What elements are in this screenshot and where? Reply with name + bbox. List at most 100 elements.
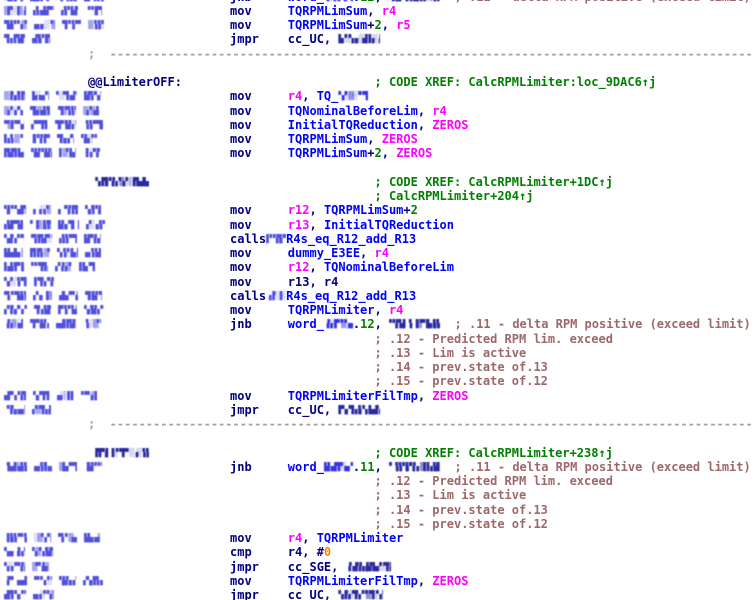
asm-line[interactable]: ; .15 - prev.state of.12 [0, 517, 754, 531]
asm-line[interactable]: ▌▞▖▒▝▝▐▌▚▘▛▚▜▚▖▞▚▚▙░▘▜mov TQRPMLimSum, Z… [0, 132, 754, 146]
symbol-ref[interactable]: TQRPMLimiter [317, 531, 404, 545]
asm-line[interactable]: ▄▛▘▖▚▜▚▚▞▜▀▌▄░░▌▌▘▀▗▒▙mov TQRPMLimiterFi… [0, 389, 754, 403]
asm-token: , [367, 4, 381, 18]
asm-line[interactable]: ▞▐▚▞▘▖▀▜▘▞▟▛▛▝▞▝▄▒▚▞▙▚▝▝mov TQRPMLimiter… [0, 303, 754, 317]
redacted-text: ▌▒▘▙▞ [59, 148, 76, 159]
symbol-ref[interactable]: word_ [288, 460, 324, 474]
label-column: ; --------------------------------------… [88, 47, 753, 61]
code-column: ; .14 - prev.state of.13 [230, 503, 548, 517]
asm-line[interactable]: ; .13 - Lim is active [0, 346, 754, 360]
redacted-text: ▚▙▚▖▞ [59, 576, 76, 587]
asm-line[interactable]: ▞▟▛▀▟░▘▐▒▐▞▛▟▙▚▖▜▌▐▞▞░▗▞▞▗mov r13, Initi… [0, 218, 754, 232]
symbol-ref[interactable]: InitialTQReduction [324, 218, 454, 232]
register-operand[interactable]: ZEROS [432, 574, 468, 588]
code-column: mov TQRPMLimSum+2, r5 [230, 18, 411, 32]
register-operand[interactable]: r5 [396, 18, 410, 32]
asm-line[interactable]: ; .15 - prev.state of.12 [0, 374, 754, 388]
redacted-text: ▙▝░▚▗▖░▟▐▗░▗▛▀ [338, 34, 380, 44]
asm-line[interactable] [0, 431, 754, 445]
redacted-text: ▚▒▘▞▙▛▞ [32, 547, 53, 558]
symbol-ref[interactable]: TQRPMLimiterFilTmp [288, 389, 418, 403]
symbol-ref[interactable]: TQRPMLimSum [288, 4, 367, 18]
register-operand[interactable]: ZEROS [432, 389, 468, 403]
register-operand[interactable]: r4 [432, 104, 446, 118]
symbol-ref[interactable]: TQRPMLimSum [288, 18, 367, 32]
asm-line[interactable]: ; .14 - prev.state of.13 [0, 360, 754, 374]
asm-token [230, 360, 375, 374]
asm-line[interactable]: ▌▟▞▛▘▙▘▘▜▜▗▞▗▚▒▘▌▙▝▀▌mov r12, TQNominalB… [0, 260, 754, 274]
symbol-ref[interactable]: dummy_E3EE [288, 246, 360, 260]
symbol-ref[interactable]: TQ_ [317, 89, 339, 103]
redacted-text: ▚▌▘▚▟▛▒ [4, 205, 26, 216]
symbol-ref[interactable]: R4s_eq_R12_add_R13 [286, 232, 416, 246]
asm-line[interactable]: ▗▚▒░▄▌▜▀▚▙▘▞▄▟▌▛▟▒▝▖░▒▘▚jnb word_▗▚░▛▝▒▘… [0, 317, 754, 331]
asm-line[interactable]: ▝▐▚▖▄▖▌▞▒▜▚▗▚jmpr cc_UC, ▛▚▖▜▗▐▖▚▐▄▟▚▝▒ [0, 403, 754, 417]
asm-token: mov [230, 203, 288, 217]
register-operand[interactable]: r4 [382, 4, 396, 18]
number-literal: 0 [324, 545, 331, 559]
symbol-ref[interactable]: word_ [288, 317, 324, 331]
asm-line[interactable]: ▚▌▘▚▟▛▒▖▗░▞▒▝▖▝▚▘▛▛▚▞▌▚▌mov r12, TQRPMLi… [0, 203, 754, 217]
register-operand[interactable]: r4 [375, 246, 389, 260]
register-operand[interactable]: r13 [288, 218, 310, 232]
asm-line[interactable]: ; .14 - prev.state of.13 [0, 503, 754, 517]
symbol-ref[interactable]: TQRPMLimSum [288, 146, 367, 160]
register-operand[interactable]: ZEROS [396, 146, 432, 160]
xref-comment: ; CODE XREF: CalcRPMLimiter+1DC↑j [375, 175, 613, 189]
asm-line[interactable]: ▚▄▖▗▌▞░▚▒▘▞▙▛▞cmp r4, #0 [0, 545, 754, 559]
asm-line[interactable]: ▚░▖▀▚▚▚▒▀▗▙▒jmpr cc_SGE, ▗▘▟▚▚▗▙▜▄▞░▜▚▀▚ [0, 560, 754, 574]
label-column: ; --------------------------------------… [88, 417, 753, 431]
code-column: ; .14 - prev.state of.13 [230, 360, 548, 374]
asm-line[interactable]: ▙▙▟▙▖▒▛▌▛▖▒▘▚▝▞░▙▐▝▄▝▞▄▌mov dummy_E3EE, … [0, 246, 754, 260]
symbol-ref[interactable]: TQRPMLimiterFilTmp [288, 574, 418, 588]
code-column: mov TQRPMLimiter, r4 [230, 303, 403, 317]
asm-line[interactable]: ▚▟▘▞▝▚▀▞▛▄▀░▀▞▞▞▀▜▒▙▛▚▚▞calls▌▘▚▜▞▀R4s_e… [0, 232, 754, 246]
symbol-ref[interactable]: R4s_eq_R12_add_R13 [286, 289, 416, 303]
register-operand[interactable]: r12 [288, 203, 310, 217]
redacted-text: ▀▞▛▄▀░▀ [31, 234, 52, 245]
asm-line[interactable]: @@LimiterOFF: ; CODE XREF: CalcRPMLimite… [0, 75, 754, 89]
asm-line[interactable]: ; CalcRPMLimiter+204↑j [0, 189, 754, 203]
asm-line[interactable]: ▗▀▘▗▄▄▌▀▝▗▝░▀▚▙▚▖▞▞▚▞▛▖▖mov TQRPMLimiter… [0, 574, 754, 588]
asm-line[interactable]: ▚▐▜▌▚▚▝▒▞░░▛▙▟▙▞▐ ; CODE XREF: CalcRPMLi… [0, 175, 754, 189]
symbol-ref[interactable]: TQNominalBeforeLim [324, 260, 454, 274]
code-column: ; CODE XREF: CalcRPMLimiter:loc_9DAC6↑j [230, 75, 656, 89]
asm-line[interactable]: ▟▛▌▚▖▘▀▄▗░▘▚▒▒jmpr cc_UC, ▚▐▚░▜▚▝▝▒▜░▘▞▟… [0, 588, 754, 600]
asm-line[interactable]: ; --------------------------------------… [0, 47, 754, 61]
asm-line[interactable]: ▜▟▞▝▗▒▀▄▗▖░▝▒▙▜▝▝▞▀▀▒▝▞▞░mov TQRPMLimSum… [0, 18, 754, 32]
asm-line[interactable] [0, 61, 754, 75]
asm-token: + [403, 203, 410, 217]
asm-line[interactable]: ▐▐▞▖▀▝▄░▒▘▞▐▀▖▘▒▄▞▙▙▖▄▒mov r4, TQRPMLimi… [0, 531, 754, 545]
asm-line[interactable]: ; .12 - Predicted RPM lim. exceed [0, 332, 754, 346]
symbol-ref[interactable]: TQRPMLimiter [288, 303, 375, 317]
asm-line[interactable]: ; .13 - Lim is active [0, 488, 754, 502]
disassembly-listing[interactable]: ░▟▚▞▜▄▄▙▞▖▜▀▀▖▗▗▜▌▟▞▜▗▘▞jnb word_▗░▜▀▞▐▛… [0, 0, 754, 600]
redacted-text: ▙▌▄▛▛░▄▝▘ [324, 462, 353, 472]
asm-line[interactable]: ▒▛░▐▒▗▚▞▖▄▙▀▘▀▞▞▐▄▛▝▝▐▛▜mov TQRPMLimSum,… [0, 4, 754, 18]
asm-line[interactable]: ▒▞░▞▚▖▜▙▒▟▞▌▐▜▒▀▞▞▒▒▞▒▟▖mov TQNominalBef… [0, 104, 754, 118]
asm-line[interactable]: ; .12 - Predicted RPM lim. exceed [0, 474, 754, 488]
asm-line[interactable]: ▛▙▛▌▙▞▚▙▘▚▙▚▙▌▒▘▙▞▐░▞▚▀mov TQRPMLimSum+2… [0, 146, 754, 160]
asm-line[interactable]: ▀▖▘▜▟▞▞▞▗▖▐▒░▟▙▞▀▗▒▜▒▙▘▜calls▗▐▘░▌░R4s_e… [0, 289, 754, 303]
asm-line[interactable]: ▛▛▚▌▐░▘▜▀▘░▗░▝▞▞▚ ; CODE XREF: CalcRPMLi… [0, 446, 754, 460]
symbol-ref[interactable]: TQNominalBeforeLim [288, 104, 418, 118]
redacted-text: ▝▝▐▛▜ [85, 6, 102, 17]
register-operand[interactable]: r4 [288, 531, 302, 545]
symbol-ref[interactable]: InitialTQReduction [288, 118, 418, 132]
asm-line[interactable]: ▜▗▐▀▟▛▜▄▜▞▐▛▛jmpr cc_UC, ▙▝░▚▗▖░▟▐▗░▗▛▀ [0, 32, 754, 46]
register-operand[interactable]: ZEROS [432, 118, 468, 132]
redacted-text: ▚▞▜▀▌ [33, 391, 50, 402]
asm-line[interactable]: ▚▞░▝▞▜▐▌▜▚▝▚▚mov r13, r4 [0, 275, 754, 289]
register-operand[interactable]: r12 [288, 260, 310, 274]
register-operand[interactable]: ZEROS [382, 132, 418, 146]
symbol-ref[interactable]: TQRPMLimSum [288, 132, 367, 146]
address-gutter: ▒▞░▞▚▖▜▙▒▟▞▌▐▜▒▀▞▞▒▒▞▒▟▖ [4, 105, 106, 119]
register-operand[interactable]: r4 [288, 89, 302, 103]
asm-line[interactable] [0, 161, 754, 175]
asm-line[interactable]: ▒▐▚▞▌▛▟▙░▄▞▐▘░▀▌▄▘▘▙▛▞▚▞mov r4, TQ_▘▞░▒░… [0, 89, 754, 103]
symbol-ref[interactable]: TQRPMLimSum [324, 203, 403, 217]
asm-line[interactable]: ▀▒▌▀▚▟▞▀▀▛▌▜▛▝▙▚░▚▝▞▞▀▜▙mov InitialTQRed… [0, 118, 754, 132]
register-operand[interactable]: r4 [389, 303, 403, 317]
asm-line[interactable]: ; --------------------------------------… [0, 417, 754, 431]
asm-line[interactable]: ▝▙▟▒▟▞▟▄▞▞▌▄▟▒▙▞▀▜▌▐▙▌▘▘▜jnb word_▙▌▄▛▛░… [0, 460, 754, 474]
